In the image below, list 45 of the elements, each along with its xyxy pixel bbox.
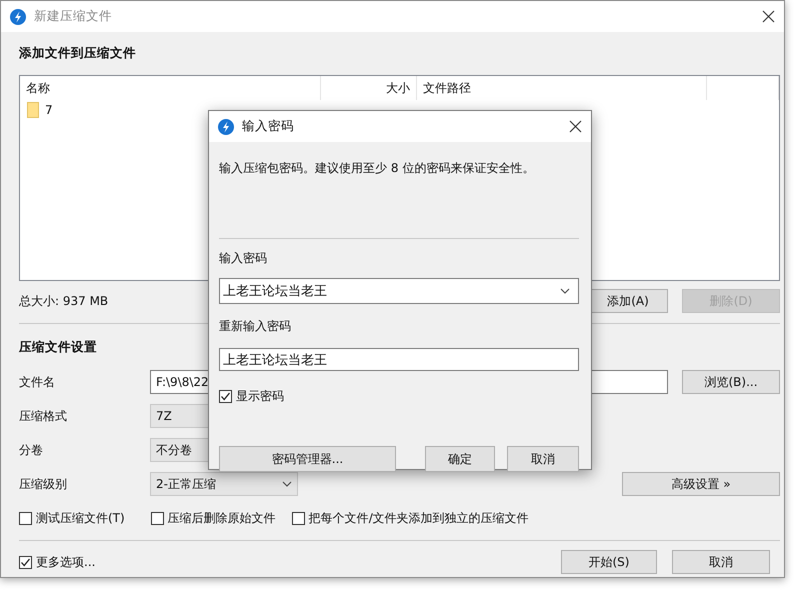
window-title: 新建压缩文件	[34, 8, 113, 25]
checkbox-label: 显示密码	[236, 388, 284, 405]
total-size: 总大小: 937 MB	[19, 292, 108, 310]
dropdown-caret-icon	[282, 481, 292, 487]
cancel-button[interactable]: 取消	[672, 550, 770, 574]
password-manager-button[interactable]: 密码管理器...	[219, 446, 396, 472]
cancel-button[interactable]: 取消	[507, 446, 579, 472]
select-field[interactable]: 2-正常压缩	[150, 472, 298, 496]
column-header[interactable]: 大小	[386, 80, 410, 96]
dialog-message: 输入压缩包密码。建议使用至少 8 位的密码来保证安全性。	[219, 160, 534, 176]
checkbox-label: 更多选项...	[36, 554, 96, 570]
field-label: 文件名	[19, 374, 56, 390]
checkbox[interactable]	[19, 512, 32, 525]
column-header[interactable]: 文件路径	[423, 80, 471, 96]
column-header[interactable]: 名称	[26, 80, 50, 96]
start-button[interactable]: 开始(S)	[561, 550, 657, 574]
password-combo-field[interactable]: 上老王论坛当老王	[219, 278, 579, 304]
file-name[interactable]: 7	[45, 103, 53, 117]
app-logo-icon	[10, 8, 26, 24]
field-label: 压缩级别	[19, 476, 68, 492]
browse-button[interactable]: 浏览(B)...	[682, 370, 780, 394]
checkbox-label: 测试压缩文件(T)	[36, 510, 125, 527]
advanced-settings-button[interactable]: 高级设置 »	[622, 472, 780, 496]
close-button[interactable]	[760, 8, 776, 24]
field-label: 分卷	[19, 442, 44, 458]
field-label: 压缩格式	[19, 408, 68, 424]
section-heading: 添加文件到压缩文件	[19, 45, 136, 61]
close-icon	[568, 120, 582, 133]
app-logo-icon	[218, 118, 234, 134]
dialog-title: 输入密码	[242, 118, 295, 135]
checkbox[interactable]	[292, 512, 305, 525]
close-button[interactable]	[567, 118, 583, 134]
close-icon	[762, 10, 774, 23]
checkbox-label: 压缩后删除原始文件	[168, 510, 276, 527]
checkbox[interactable]	[19, 556, 32, 568]
field-label: 重新输入密码	[219, 318, 291, 334]
checkbox[interactable]	[150, 512, 164, 525]
dropdown-caret-icon	[560, 288, 570, 294]
confirm-password-field[interactable]: 上老王论坛当老王	[219, 348, 579, 371]
field-label: 输入密码	[219, 250, 267, 266]
ok-button[interactable]: 确定	[425, 446, 495, 472]
checkbox-label: 把每个文件/文件夹添加到独立的压缩文件	[308, 510, 529, 527]
folder-icon	[27, 102, 39, 118]
section-heading: 压缩文件设置	[19, 339, 97, 355]
checkbox[interactable]	[219, 390, 232, 403]
